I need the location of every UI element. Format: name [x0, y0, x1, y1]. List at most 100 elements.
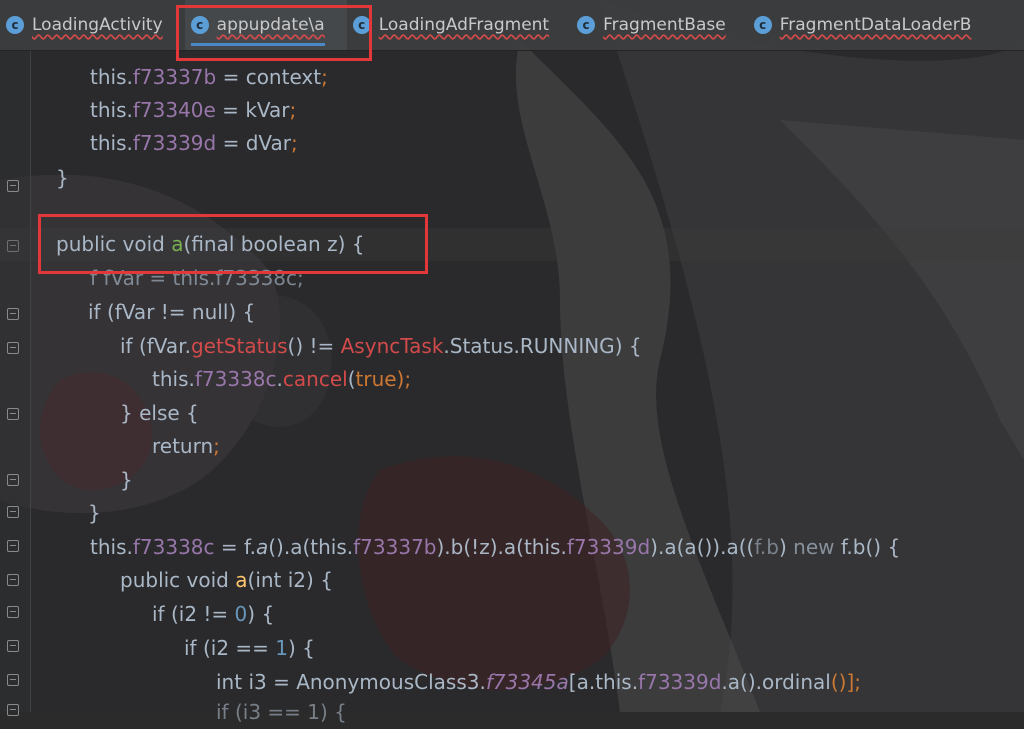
code-token: =: [266, 670, 297, 694]
code-token: this.: [90, 65, 133, 89]
code-line: if (i3 == 1) {: [216, 696, 347, 729]
code-token: ) {: [614, 334, 642, 358]
code-editor[interactable]: this.f73337b = context; this.f73340e = k…: [0, 50, 1024, 724]
code-line: }: [120, 464, 133, 497]
code-token: 1: [275, 636, 289, 660]
code-token: boolean: [240, 232, 328, 256]
code-line: int i3 = AnonymousClass3.f73345a[a.this.…: [216, 666, 861, 699]
code-token: if (i3 == 1) {: [216, 700, 347, 724]
code-token: i2: [287, 568, 307, 592]
code-token: !=: [154, 300, 192, 324]
code-token: }: [88, 501, 101, 525]
code-token: a: [290, 535, 303, 559]
fold-marker-icon[interactable]: [7, 180, 19, 192]
code-token: ).: [436, 535, 451, 559]
code-token: f fVar = this.f73338c;: [90, 266, 304, 290]
code-token: i2: [210, 636, 230, 660]
fold-marker-icon[interactable]: [7, 674, 19, 686]
code-token: (: [347, 367, 356, 391]
code-token: }: [56, 166, 69, 190]
fold-marker-icon[interactable]: [7, 408, 19, 420]
code-token: a: [255, 535, 269, 559]
code-token: !=: [197, 602, 235, 626]
class-c-icon: c: [190, 16, 209, 34]
code-token: this.: [152, 367, 195, 391]
class-c-icon: c: [577, 16, 596, 34]
code-token: a: [235, 568, 248, 592]
code-line: this.f73338c = f.a().a(this.f73337b).b(!…: [90, 531, 900, 564]
fold-marker-icon[interactable]: [7, 342, 19, 354]
code-token: Status: [449, 334, 514, 358]
code-line: this.f73338c.cancel(true);: [152, 363, 411, 396]
tab-fragment-base[interactable]: c FragmentBase: [571, 0, 748, 50]
code-token: else: [139, 401, 180, 425]
code-token: ): [778, 535, 794, 559]
code-token: f73337b: [353, 535, 437, 559]
code-token: f73339d: [638, 670, 722, 694]
code-token: ==: [229, 636, 276, 660]
code-token: ;: [289, 98, 297, 122]
code-token: f73345a: [485, 670, 569, 694]
code-line: }: [88, 497, 101, 530]
code-token: new: [793, 535, 841, 559]
code-token: ;: [291, 131, 298, 155]
code-line: this.f73339d = dVar;: [90, 127, 298, 160]
code-token: int: [216, 670, 249, 694]
code-token: null: [191, 300, 229, 324]
code-line: this.f73337b = context;: [90, 61, 328, 94]
fold-marker-icon[interactable]: [7, 540, 19, 552]
fold-marker-icon[interactable]: [7, 574, 19, 586]
tab-loading-ad-fragment[interactable]: c LoadingAdFragment: [347, 0, 571, 50]
code-token: return: [152, 434, 214, 458]
fold-marker-icon[interactable]: [7, 474, 19, 486]
code-token: public: [120, 568, 187, 592]
tab-label: FragmentDataLoaderB: [779, 15, 972, 35]
fold-marker-icon[interactable]: [7, 704, 19, 716]
code-token: AsyncTask: [340, 334, 444, 358]
code-token: () !=: [287, 334, 341, 358]
code-token: a: [171, 232, 184, 256]
code-line: if (i2 != 0) {: [152, 598, 274, 631]
code-token: i3: [248, 670, 267, 694]
code-token: ) {: [288, 636, 315, 660]
code-line: }: [56, 162, 69, 195]
code-token: f73339d: [132, 131, 217, 155]
code-token: ) {: [306, 568, 333, 592]
code-token: public: [56, 232, 123, 256]
code-token: i2: [178, 602, 198, 626]
tab-appupdate-a[interactable]: c appupdate\a: [184, 0, 347, 50]
code-line: public void a(final boolean z) {: [0, 228, 1024, 261]
tab-label: LoadingActivity: [32, 15, 163, 35]
code-token: z: [327, 232, 338, 256]
code-token: void: [122, 232, 172, 256]
code-token: f.b: [754, 535, 779, 559]
code-token: ).: [489, 535, 504, 559]
code-token: =: [215, 98, 246, 122]
code-token: ().: [268, 535, 291, 559]
tab-fragment-data-loader[interactable]: c FragmentDataLoaderB: [748, 0, 994, 50]
code-line: this.f73340e = kVar;: [90, 94, 296, 127]
code-line: if (fVar.getStatus() != AsyncTask.Status…: [120, 330, 642, 363]
code-token: context: [245, 65, 322, 89]
code-token: ;: [321, 65, 328, 89]
code-token: a: [503, 535, 517, 559]
editor-gutter: [0, 50, 31, 716]
code-line: } else {: [120, 397, 199, 430]
code-token: z: [479, 535, 490, 559]
code-token: ordinal: [762, 670, 831, 694]
code-token: this: [523, 535, 561, 559]
fold-marker-icon[interactable]: [7, 506, 19, 518]
fold-marker-icon[interactable]: [7, 640, 19, 652]
code-line: f fVar = this.f73338c;: [90, 262, 304, 295]
editor-tab-bar: c LoadingActivity c appupdate\a c Loadin…: [0, 0, 1024, 51]
tab-label: FragmentBase: [603, 15, 726, 35]
fold-marker-icon[interactable]: [7, 308, 19, 320]
code-token: a: [576, 670, 589, 694]
code-token: f73338c: [132, 535, 215, 559]
fold-marker-icon[interactable]: [7, 606, 19, 618]
code-token: {: [179, 401, 199, 425]
code-token: =: [216, 131, 246, 155]
code-token: ()];: [830, 670, 862, 694]
tab-label: appupdate\a: [216, 15, 325, 35]
tab-loading-activity[interactable]: c LoadingActivity: [0, 0, 185, 50]
